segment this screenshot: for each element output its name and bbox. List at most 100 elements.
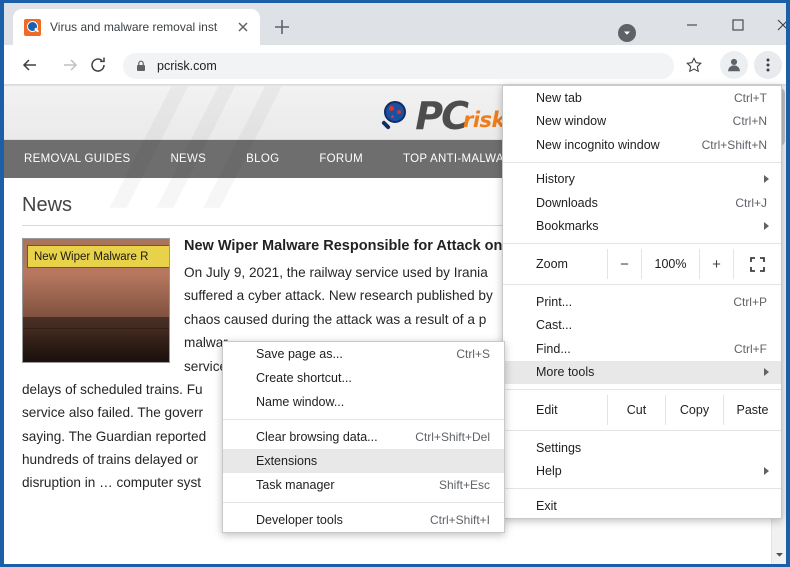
menu-item-label: Bookmarks (536, 219, 767, 233)
menu-item-label: New window (536, 114, 733, 128)
menu-item-label: Downloads (536, 196, 735, 210)
menu-item-accel: Ctrl+Shift+I (430, 513, 490, 527)
menu-item-label: Settings (536, 441, 767, 455)
menu-item-more-tools[interactable]: More tools (503, 361, 781, 385)
back-icon[interactable] (18, 53, 42, 77)
paste-button[interactable]: Paste (723, 395, 781, 425)
menu-item-name-window[interactable]: Name window... (223, 390, 504, 414)
tab-search-icon[interactable] (618, 24, 636, 42)
menu-item-accel: Ctrl+Shift+N (702, 138, 767, 152)
menu-item-accel: Ctrl+S (456, 347, 490, 361)
nav-item-news[interactable]: NEWS (150, 153, 226, 165)
zoom-in-button[interactable]: + (699, 249, 733, 279)
menu-item-label: Name window... (256, 395, 490, 409)
menu-item-accel: Ctrl+T (734, 91, 767, 105)
menu-separator (223, 419, 504, 420)
forward-icon[interactable] (58, 53, 82, 77)
menu-item-developer-tools[interactable]: Developer tools Ctrl+Shift+I (223, 508, 504, 532)
menu-item-label: Save page as... (256, 347, 456, 361)
menu-item-label: Extensions (256, 454, 490, 468)
menu-separator (503, 389, 781, 390)
menu-item-extensions[interactable]: Extensions (223, 449, 504, 473)
chevron-right-icon (764, 368, 769, 376)
scroll-down-icon[interactable] (772, 547, 786, 562)
menu-item-label: Create shortcut... (256, 371, 490, 385)
pcrisk-logo[interactable]: PC risk (379, 92, 505, 134)
nav-item-removal-guides[interactable]: REMOVAL GUIDES (4, 153, 150, 165)
menu-item-label: History (536, 172, 767, 186)
menu-item-label: New tab (536, 91, 734, 105)
menu-item-task-manager[interactable]: Task manager Shift+Esc (223, 473, 504, 497)
menu-item-new-incognito-window[interactable]: New incognito window Ctrl+Shift+N (503, 133, 781, 157)
minimize-button[interactable] (670, 11, 714, 39)
close-icon[interactable] (235, 19, 251, 35)
menu-row-edit: Edit Cut Copy Paste (503, 395, 781, 425)
menu-item-cast[interactable]: Cast... (503, 314, 781, 338)
profile-avatar[interactable] (720, 51, 748, 79)
new-tab-button[interactable] (270, 15, 294, 39)
menu-item-accel: Ctrl+J (735, 196, 767, 210)
menu-item-label: Exit (536, 499, 767, 513)
menu-item-label: Clear browsing data... (256, 430, 415, 444)
tab-title: Virus and malware removal instr (50, 20, 218, 34)
chevron-right-icon (764, 467, 769, 475)
menu-item-label: Find... (536, 342, 734, 356)
menu-item-help[interactable]: Help (503, 460, 781, 484)
copy-button[interactable]: Copy (665, 395, 723, 425)
menu-item-new-tab[interactable]: New tab Ctrl+T (503, 86, 781, 110)
menu-item-label: Print... (536, 295, 733, 309)
menu-item-save-page-as[interactable]: Save page as... Ctrl+S (223, 342, 504, 366)
bookmark-star-icon[interactable] (682, 53, 706, 77)
browser-toolbar: pcrisk.com (4, 45, 786, 85)
chrome-menu-button[interactable] (754, 51, 782, 79)
url-text: pcrisk.com (157, 59, 217, 73)
tab-strip: Virus and malware removal instr (4, 3, 786, 45)
zoom-label: Zoom (503, 249, 607, 279)
menu-separator (223, 502, 504, 503)
menu-separator (503, 430, 781, 431)
menu-separator (503, 284, 781, 285)
menu-item-label: Cast... (536, 318, 767, 332)
menu-item-bookmarks[interactable]: Bookmarks (503, 215, 781, 239)
menu-item-accel: Ctrl+P (733, 295, 767, 309)
chrome-window: Virus and malware removal instr (4, 3, 786, 564)
browser-tab[interactable]: Virus and malware removal instr (13, 9, 260, 45)
magnifier-icon (379, 100, 413, 134)
zoom-level-value: 100% (641, 249, 699, 279)
article-thumbnail[interactable]: New Wiper Malware R (22, 238, 170, 363)
screenshot-root: Virus and malware removal instr (0, 0, 790, 567)
menu-item-label: Help (536, 464, 767, 478)
logo-pc-text: PC (415, 98, 467, 134)
menu-item-print[interactable]: Print... Ctrl+P (503, 290, 781, 314)
more-tools-submenu: Save page as... Ctrl+S Create shortcut..… (222, 341, 505, 533)
window-close-button[interactable] (761, 11, 786, 39)
menu-row-zoom: Zoom − 100% + (503, 249, 781, 279)
nav-item-blog[interactable]: BLOG (226, 153, 299, 165)
menu-separator (503, 488, 781, 489)
fullscreen-icon[interactable] (733, 249, 781, 279)
menu-item-accel: Shift+Esc (439, 478, 490, 492)
menu-separator (503, 243, 781, 244)
menu-item-downloads[interactable]: Downloads Ctrl+J (503, 191, 781, 215)
chevron-right-icon (764, 175, 769, 183)
menu-item-history[interactable]: History (503, 168, 781, 192)
lock-icon (134, 59, 148, 73)
nav-item-forum[interactable]: FORUM (299, 153, 383, 165)
menu-item-create-shortcut[interactable]: Create shortcut... (223, 366, 504, 390)
maximize-button[interactable] (716, 11, 760, 39)
zoom-out-button[interactable]: − (607, 249, 641, 279)
pcrisk-magnifier-icon (24, 19, 41, 36)
menu-item-clear-browsing-data[interactable]: Clear browsing data... Ctrl+Shift+Del (223, 425, 504, 449)
menu-item-new-window[interactable]: New window Ctrl+N (503, 110, 781, 134)
menu-item-accel: Ctrl+Shift+Del (415, 430, 490, 444)
cut-button[interactable]: Cut (607, 395, 665, 425)
menu-separator (503, 162, 781, 163)
menu-item-label: More tools (536, 365, 767, 379)
thumbnail-caption: New Wiper Malware R (27, 245, 170, 268)
menu-item-exit[interactable]: Exit (503, 494, 781, 518)
menu-item-accel: Ctrl+F (734, 342, 767, 356)
reload-icon[interactable] (86, 53, 110, 77)
menu-item-find[interactable]: Find... Ctrl+F (503, 337, 781, 361)
address-bar[interactable]: pcrisk.com (123, 53, 674, 79)
menu-item-settings[interactable]: Settings (503, 436, 781, 460)
